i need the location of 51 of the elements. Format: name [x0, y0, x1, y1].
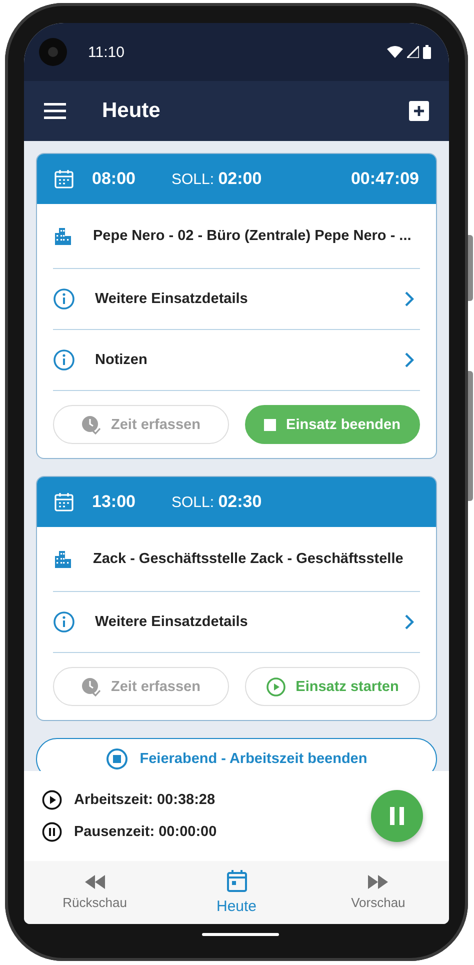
details-row[interactable]: Notizen — [53, 330, 420, 391]
location-name: Pepe Nero - 02 - Büro (Zentrale) Pepe Nero - ... — [93, 228, 412, 244]
info-icon — [53, 611, 75, 633]
info-icon — [53, 349, 75, 371]
play-icon — [42, 790, 62, 810]
nav-tab[interactable]: Vorschau — [307, 861, 449, 924]
page-title: Heute — [102, 99, 160, 123]
start-time: 08:00 — [92, 169, 136, 189]
calendar-icon — [226, 870, 246, 892]
details-row[interactable]: Weitere Einsatzdetails — [53, 592, 420, 653]
rewind-icon — [84, 875, 105, 889]
play-icon — [266, 676, 286, 696]
clock-check-icon — [81, 414, 102, 434]
battery-icon — [423, 45, 431, 59]
building-icon — [53, 549, 73, 569]
target-duration: SOLL: 02:30 — [171, 492, 262, 512]
chevron-icon — [404, 614, 414, 630]
row-label: Weitere Einsatzdetails — [95, 291, 248, 307]
chevron-icon — [404, 291, 414, 307]
nav-tab[interactable]: Rückschau — [24, 861, 166, 924]
fast-forward-icon — [368, 875, 388, 889]
row-label: Notizen — [95, 352, 148, 368]
row-label: Weitere Einsatzdetails — [95, 614, 248, 630]
target-duration: SOLL: 02:00 — [171, 169, 262, 189]
menu-icon[interactable] — [44, 103, 66, 119]
clock-check-icon — [81, 676, 102, 696]
pause-button[interactable] — [371, 790, 423, 842]
timer-text: Pausenzeit: 00:00:00 — [74, 824, 217, 840]
calendar-icon — [54, 492, 74, 512]
signal-icon — [407, 46, 419, 58]
pause-icon — [389, 807, 405, 825]
start-time: 13:00 — [92, 492, 136, 512]
location-name: Zack - Geschäftsstelle Zack - Geschäftsstelle — [93, 551, 404, 567]
pause-icon — [42, 822, 62, 842]
building-icon — [53, 226, 73, 246]
stop-icon — [264, 418, 276, 430]
end-workday-button[interactable]: Feierabend - Arbeitszeit beenden — [36, 738, 437, 771]
timer-text: Arbeitszeit: 00:38:28 — [74, 792, 216, 808]
action-button[interactable]: Einsatz beenden — [244, 405, 420, 444]
nav-tab[interactable]: Heute — [166, 861, 308, 924]
wifi-icon — [387, 46, 403, 58]
add-icon[interactable] — [409, 101, 429, 121]
details-row[interactable]: Weitere Einsatzdetails — [53, 269, 420, 330]
elapsed-time: 00:47:09 — [350, 169, 419, 189]
camera-icon — [38, 37, 68, 67]
action-button[interactable]: Einsatz starten — [244, 667, 420, 706]
status-time: 11:10 — [88, 44, 124, 60]
info-icon — [53, 288, 75, 310]
stop-icon — [106, 748, 128, 770]
calendar-icon — [54, 169, 74, 189]
chevron-icon — [404, 352, 414, 368]
